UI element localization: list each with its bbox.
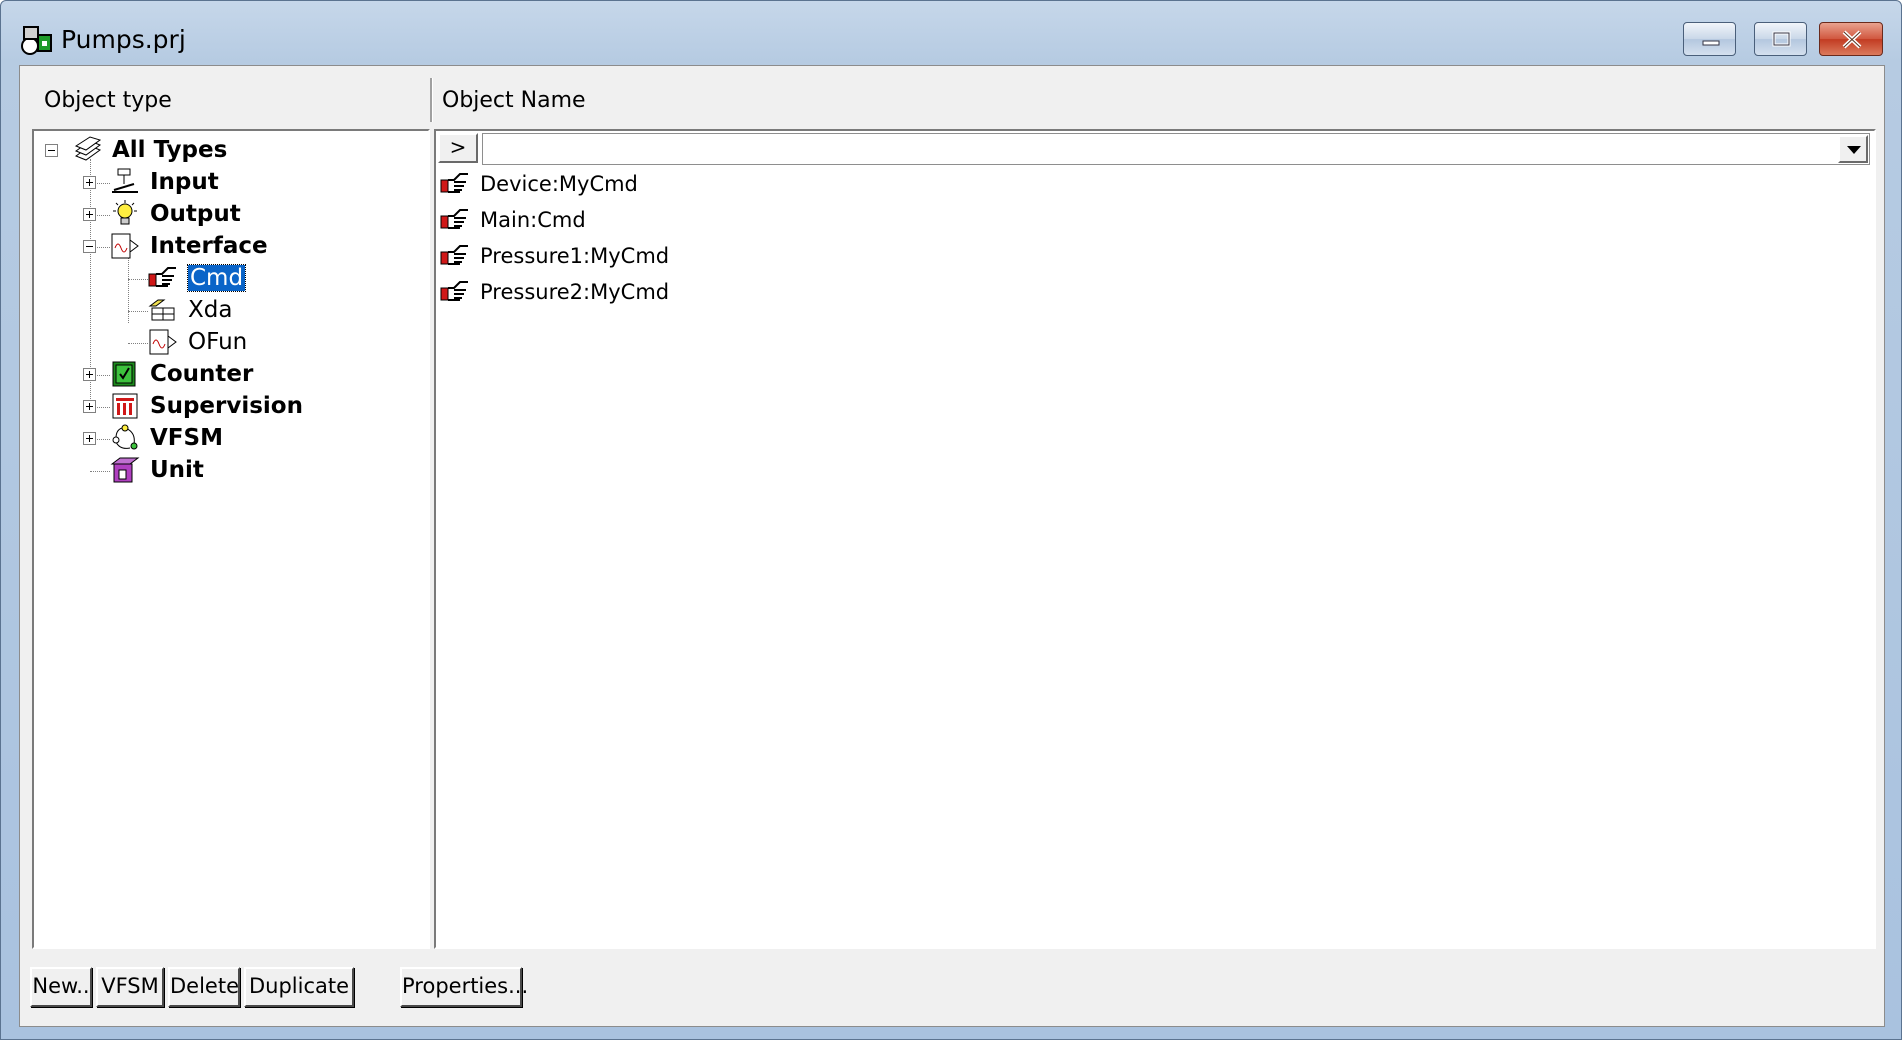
ofun-icon xyxy=(149,329,177,355)
object-type-tree[interactable]: All Types Input Output Interface Cmd Xda… xyxy=(32,129,430,949)
interface-icon xyxy=(111,233,139,259)
new-button[interactable]: New.. xyxy=(30,967,92,1007)
project-window: Pumps.prj Object type Object Name All Ty… xyxy=(0,0,1902,1040)
object-name-combo[interactable] xyxy=(482,133,1870,165)
list-item-label: Device:MyCmd xyxy=(480,172,638,196)
minimize-button[interactable] xyxy=(1683,22,1736,56)
cmd-hand-icon xyxy=(440,281,468,301)
object-name-header: Object Name xyxy=(432,66,1872,122)
expand-toggle[interactable] xyxy=(83,400,96,413)
tree-connector xyxy=(128,311,148,312)
tree-connector xyxy=(128,279,148,280)
tree-item-cmd-label: Cmd xyxy=(186,264,247,292)
all-types-icon xyxy=(74,136,102,161)
supervision-icon xyxy=(112,393,138,419)
tree-item-cmd[interactable]: Cmd xyxy=(186,263,247,293)
tree-connector xyxy=(128,253,129,323)
tree-item-output[interactable]: Output xyxy=(150,199,241,229)
object-name-list[interactable]: > Device:MyCmd Main:Cmd Pressure1:MyCmd … xyxy=(434,129,1876,949)
expand-toggle[interactable] xyxy=(83,432,96,445)
unit-box-icon xyxy=(110,457,140,483)
list-item-label: Pressure1:MyCmd xyxy=(480,244,670,268)
collapse-toggle[interactable] xyxy=(83,240,96,253)
tree-item-supervision[interactable]: Supervision xyxy=(150,391,303,421)
counter-icon xyxy=(112,361,136,387)
delete-button[interactable]: Delete xyxy=(168,967,240,1007)
tree-item-interface[interactable]: Interface xyxy=(150,231,268,261)
combo-dropdown-arrow-icon[interactable] xyxy=(1838,135,1868,163)
collapse-toggle[interactable] xyxy=(45,144,58,157)
minimize-icon xyxy=(1702,40,1720,46)
restore-icon xyxy=(1772,31,1791,47)
tree-item-counter[interactable]: Counter xyxy=(150,359,253,389)
duplicate-button[interactable]: Duplicate xyxy=(244,967,354,1007)
list-item-label: Main:Cmd xyxy=(480,208,586,232)
vfsm-state-icon xyxy=(112,424,138,450)
close-button[interactable] xyxy=(1819,22,1883,56)
client-area: Object type Object Name All Types Input … xyxy=(19,65,1885,1027)
tree-item-unit[interactable]: Unit xyxy=(150,455,204,485)
vfsm-button[interactable]: VFSM xyxy=(96,967,164,1007)
list-item-label: Pressure2:MyCmd xyxy=(480,280,670,304)
close-icon xyxy=(1842,30,1862,49)
tree-connector xyxy=(128,343,148,344)
expand-toggle[interactable] xyxy=(83,176,96,189)
input-switch-icon xyxy=(112,168,138,193)
tree-item-input[interactable]: Input xyxy=(150,167,219,197)
expand-toggle[interactable] xyxy=(83,368,96,381)
tree-item-vfsm[interactable]: VFSM xyxy=(150,423,223,453)
object-name-input[interactable] xyxy=(485,136,1829,162)
xda-icon xyxy=(148,299,175,321)
maximize-button[interactable] xyxy=(1754,22,1807,56)
tree-item-xda[interactable]: Xda xyxy=(188,295,232,325)
project-app-icon xyxy=(21,26,52,55)
cmd-hand-icon xyxy=(440,209,468,229)
object-name-label: Object Name xyxy=(442,88,586,113)
title-bar[interactable]: Pumps.prj xyxy=(1,1,1901,63)
cmd-hand-icon xyxy=(440,245,468,265)
object-type-label: Object type xyxy=(44,88,172,113)
expand-toggle[interactable] xyxy=(83,208,96,221)
properties-button[interactable]: Properties... xyxy=(400,967,528,1007)
cmd-hand-icon xyxy=(148,267,176,287)
object-type-header: Object type xyxy=(20,66,430,122)
filter-go-button[interactable]: > xyxy=(438,133,478,163)
window-title: Pumps.prj xyxy=(61,25,186,54)
cmd-hand-icon xyxy=(440,173,468,193)
tree-item-all-types[interactable]: All Types xyxy=(112,135,227,165)
tree-item-ofun[interactable]: OFun xyxy=(188,327,247,357)
output-lamp-icon xyxy=(113,200,137,225)
tree-connector xyxy=(90,471,110,472)
